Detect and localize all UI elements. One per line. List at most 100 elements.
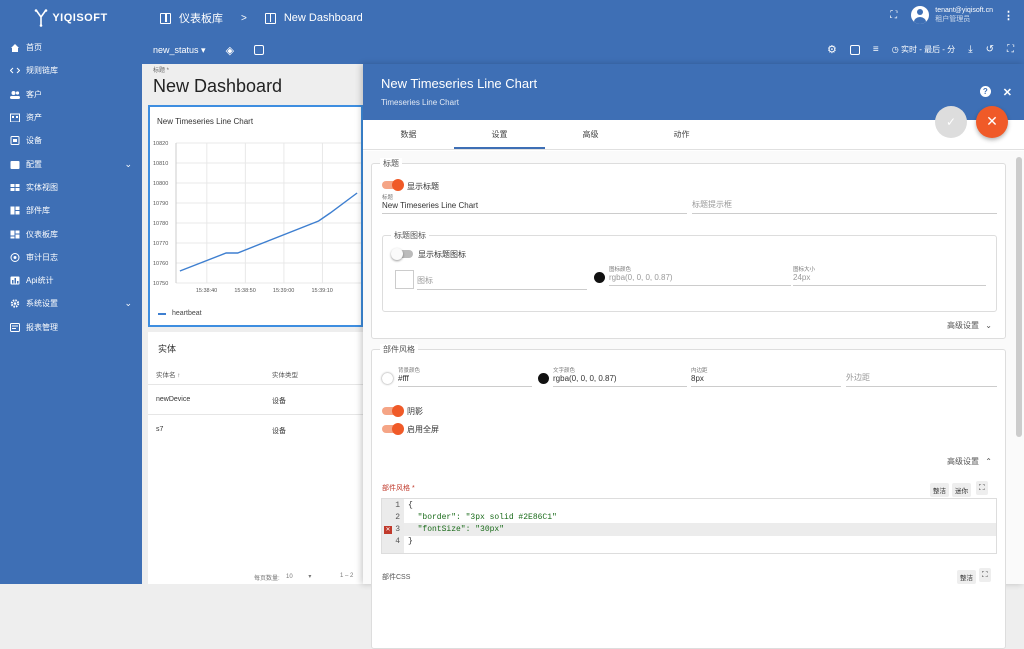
icon-size-input[interactable]: 图标大小 24px [793, 266, 986, 286]
bg-color-swatch[interactable] [382, 373, 393, 384]
settings-icon[interactable]: ⚙ [827, 43, 837, 56]
track-icon [10, 252, 20, 262]
config-icon [10, 160, 20, 169]
icon-preview[interactable] [395, 270, 414, 289]
sidebar-item-assets[interactable]: 资产 [0, 106, 142, 129]
y-tick-label: 10810 [153, 161, 168, 167]
aliases-icon[interactable] [849, 44, 860, 55]
x-tick-label: 15:39:10 [311, 288, 332, 294]
dashboard-title: New Dashboard [153, 76, 283, 96]
table-row[interactable]: s7 设备 [148, 414, 363, 444]
panel-title: New Timeseries Line Chart [381, 76, 538, 91]
shadow-label: 阴影 [407, 407, 423, 416]
sidebar-item-reports[interactable]: 报表管理 [0, 316, 142, 339]
timewindow-button[interactable]: ◷ 实时 - 最后 - 分 [892, 44, 955, 55]
shadow-toggle[interactable] [382, 405, 404, 417]
more-vert-icon[interactable]: ⋮ [1003, 9, 1014, 22]
tab-actions[interactable]: 动作 [636, 120, 727, 149]
tidy-button[interactable]: 整洁 [930, 483, 949, 497]
fullscreen-icon[interactable]: ⛶ [1007, 44, 1014, 55]
dashboard-title-field[interactable]: 标题 * New Dashboard [148, 64, 363, 100]
fullscreen-label: 启用全屏 [407, 425, 439, 434]
sidebar-item-audit-logs[interactable]: 审计日志 [0, 246, 142, 269]
filter-icon[interactable]: ≡ [873, 44, 879, 55]
sidebar-item-customers[interactable]: 客户 [0, 83, 142, 106]
sidebar-item-devices[interactable]: 设备 [0, 129, 142, 152]
sidebar-item-widgets[interactable]: 部件库 [0, 199, 142, 222]
scrollbar[interactable] [1016, 157, 1022, 437]
icon-color-swatch[interactable] [594, 272, 605, 283]
tab-settings[interactable]: 设置 [454, 120, 545, 149]
title-label: 标题 * [153, 68, 170, 74]
icon-color-input[interactable]: 图标颜色 rgba(0, 0, 0, 0.87) [609, 266, 791, 286]
layout-icon[interactable] [254, 45, 265, 55]
tab-data[interactable]: 数据 [363, 120, 454, 149]
css-tidy-button[interactable]: 整洁 [957, 570, 976, 584]
dashboard-icon [10, 230, 20, 239]
view-icon [10, 183, 20, 192]
sidebar-item-config[interactable]: 配置 ⌄ [0, 152, 142, 175]
code-arrows-icon [9, 66, 21, 75]
text-color-input[interactable]: 文字颜色 rgba(0, 0, 0, 0.87) [553, 367, 687, 387]
title-input[interactable]: 标题 New Timeseries Line Chart [382, 194, 687, 214]
show-title-icon-toggle[interactable] [391, 248, 413, 260]
logo-icon [35, 9, 48, 27]
widget-style-json-label: 部件风格 * [382, 485, 415, 492]
brand-logo[interactable]: YIQISOFT [0, 0, 142, 36]
panel-subtitle: Timeseries Line Chart [381, 98, 459, 107]
page-size-select[interactable]: 10 ▾ [286, 573, 311, 580]
chart-widget[interactable]: New Timeseries Line Chart 10820 10810 1080… [148, 105, 363, 327]
panel-tabs: 数据 设置 高级 动作 [363, 120, 1024, 150]
sidebar-item-entity-views[interactable]: 实体视图 [0, 176, 142, 199]
show-title-icon-label: 显示标题图标 [418, 250, 466, 259]
title-tooltip-input[interactable]: 标题提示框 [692, 194, 997, 214]
padding-input[interactable]: 内边距 8px [691, 367, 841, 387]
title-advanced-toggle[interactable]: 高级设置 ⌄ [947, 320, 992, 331]
show-title-toggle[interactable] [382, 179, 404, 191]
building-icon [10, 113, 20, 123]
icon-input[interactable]: 图标 [417, 270, 587, 290]
sidebar-item-system-settings[interactable]: 系统设置 ⌄ [0, 292, 142, 315]
avatar[interactable] [911, 6, 930, 24]
sidebar: YIQISOFT 首页 规则链库 客户 资产 设备 配置 ⌄ 实体视图 部件库 仪… [0, 0, 142, 584]
y-tick-label: 10760 [153, 261, 168, 267]
y-tick-label: 10820 [153, 141, 168, 147]
panel-body: 标题 显示标题 标题 New Timeseries Line Chart 标题提… [363, 151, 1024, 649]
sidebar-item-api-usage[interactable]: Api统计 [0, 269, 142, 292]
entity-type: 设备 [272, 398, 286, 405]
legend-label: heartbeat [172, 310, 202, 317]
legend-swatch [158, 312, 166, 315]
widget-style-json-editor[interactable]: ✕ 1 2 3 4 { "border": "3px solid #2E86C1… [381, 498, 997, 554]
dashboard-icon [264, 12, 276, 24]
state-select[interactable]: new_status ▾ [153, 45, 206, 56]
bg-color-input[interactable]: 背景颜色 #fff [398, 367, 532, 387]
breadcrumb-dashboards[interactable]: 仪表板库 [179, 10, 223, 26]
margin-input[interactable]: 外边距 [846, 367, 997, 387]
fullscreen-editor-icon[interactable]: ⛶ [976, 481, 988, 495]
panel-header-actions: ? ✕ [979, 86, 1012, 99]
help-icon[interactable]: ? [979, 86, 991, 97]
code-line: { [408, 501, 413, 510]
col-entity-type[interactable]: 实体类型 [272, 369, 298, 379]
fullscreen-toggle[interactable] [382, 423, 404, 435]
col-entity-name[interactable]: 实体名 ↑ [156, 369, 181, 379]
home-icon [10, 43, 20, 53]
layers-icon[interactable]: ◈ [226, 44, 234, 57]
text-color-swatch[interactable] [538, 373, 549, 384]
chart-title: New Timeseries Line Chart [157, 117, 254, 126]
mini-button[interactable]: 迷你 [952, 483, 971, 497]
table-row[interactable]: newDevice 设备 [148, 384, 363, 414]
widget-style-legend: 部件风格 [380, 344, 418, 355]
history-icon[interactable]: ↺ [986, 44, 994, 55]
sidebar-item-home[interactable]: 首页 [0, 36, 142, 59]
style-advanced-toggle[interactable]: 高级设置 ⌃ [947, 456, 992, 467]
sidebar-item-dashboards[interactable]: 仪表板库 [0, 222, 142, 245]
user-info: tenant@yiqisoft.cn 租户管理员 [935, 6, 993, 24]
close-icon[interactable]: ✕ [1003, 86, 1012, 99]
tab-advanced[interactable]: 高级 [545, 120, 636, 149]
widget-edit-panel: New Timeseries Line Chart Timeseries Lin… [363, 64, 1024, 649]
fullscreen-icon[interactable]: ⛶ [890, 10, 897, 21]
sidebar-item-rulechains[interactable]: 规则链库 [0, 59, 142, 82]
download-icon[interactable]: ⤓ [968, 44, 972, 55]
css-fullscreen-icon[interactable]: ⛶ [979, 568, 991, 582]
